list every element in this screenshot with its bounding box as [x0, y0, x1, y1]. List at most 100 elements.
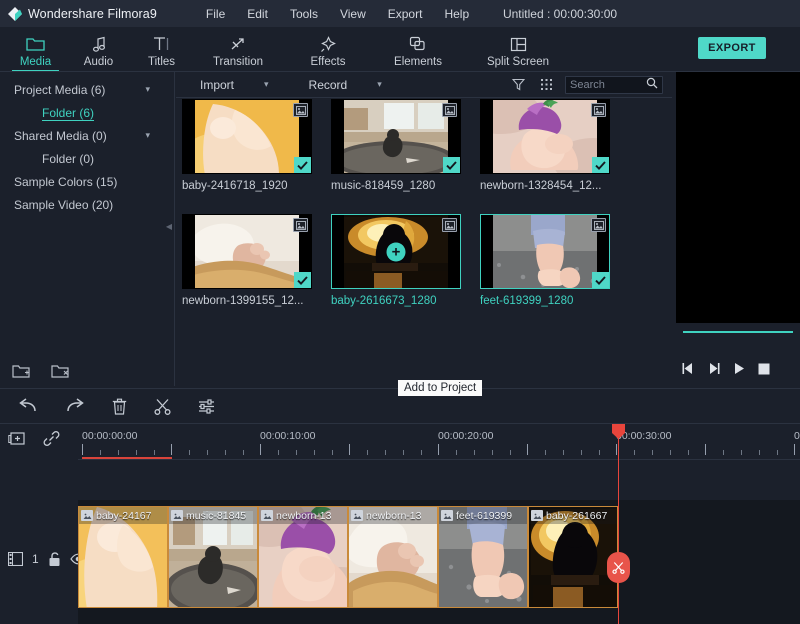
sidebar-item-sample-colors[interactable]: Sample Colors (15) — [0, 170, 174, 193]
browser-toolbar: Import ▾ Record ▾ — [176, 72, 672, 98]
timeline-clip[interactable]: baby-24167 — [78, 506, 168, 608]
tab-transition[interactable]: Transition — [193, 27, 283, 72]
media-item-hovered[interactable]: + baby-2616673_1280 — [331, 214, 475, 307]
track-number: 1 — [32, 552, 39, 566]
tab-elements[interactable]: Elements — [373, 27, 463, 72]
scissors-icon[interactable] — [154, 398, 171, 415]
unlock-icon[interactable] — [48, 551, 61, 567]
collapse-panel-icon[interactable]: ◀ — [166, 222, 172, 231]
record-button[interactable]: Record ▾ — [309, 72, 382, 98]
video-track[interactable]: baby-24167 music-81845 newborn-13 newbor… — [78, 500, 800, 624]
add-to-project-button[interactable]: + — [386, 242, 406, 261]
search-icon[interactable] — [646, 76, 658, 94]
menu-help[interactable]: Help — [433, 4, 480, 24]
play-button[interactable] — [733, 362, 746, 375]
timeline-ruler[interactable]: 00:00:00:00 00:00:10:00 00:00:20:00 00:0… — [78, 424, 800, 460]
tab-split-screen-label: Split Screen — [486, 56, 549, 68]
sidebar-item-label: Folder (6) — [42, 105, 95, 120]
image-clip-icon — [81, 510, 93, 521]
tab-titles[interactable]: Titles — [130, 27, 193, 72]
previous-frame-button[interactable] — [681, 362, 695, 375]
search-input[interactable] — [570, 78, 646, 91]
clip-header: newborn-13 — [349, 507, 437, 524]
menu-file[interactable]: File — [195, 4, 236, 24]
tab-split-screen[interactable]: Split Screen — [463, 27, 573, 72]
media-thumbnail[interactable]: + — [331, 214, 461, 289]
ruler-label: 00:00:20:00 — [438, 430, 494, 442]
media-item[interactable]: feet-619399_1280 — [480, 214, 624, 307]
media-item[interactable]: music-818459_1280 — [331, 99, 475, 192]
menu-tools[interactable]: Tools — [279, 4, 329, 24]
media-thumbnail[interactable] — [331, 99, 461, 174]
clip-label: music-81845 — [186, 509, 247, 522]
preview-screen[interactable] — [676, 72, 800, 323]
timeline-clip[interactable]: newborn-13 — [348, 506, 438, 608]
stop-button[interactable] — [758, 363, 770, 375]
import-label: Import — [200, 77, 235, 92]
media-item[interactable]: baby-2416718_1920 — [182, 99, 326, 192]
media-thumbnail[interactable] — [182, 214, 312, 289]
link-icon[interactable] — [43, 431, 60, 447]
menu-edit[interactable]: Edit — [236, 4, 279, 24]
timeline-clip[interactable]: baby-261667 — [528, 506, 618, 608]
image-type-icon — [442, 218, 457, 232]
undo-arrow-icon[interactable] — [18, 398, 38, 414]
import-button[interactable]: Import ▾ — [200, 72, 269, 98]
menu-view[interactable]: View — [329, 4, 377, 24]
tab-elements-label: Elements — [394, 56, 442, 68]
sidebar-item-label: Folder (0) — [42, 151, 95, 166]
delete-folder-icon[interactable] — [51, 363, 70, 379]
chevron-down-icon[interactable]: ▾ — [145, 84, 150, 95]
chevron-down-icon[interactable]: ▾ — [264, 79, 269, 90]
export-button[interactable]: EXPORT — [698, 37, 766, 59]
clip-header: baby-261667 — [529, 507, 617, 524]
media-item[interactable]: newborn-1399155_12... — [182, 214, 326, 307]
tab-ribbon: Media Audio Titles Transition Effects El… — [0, 27, 800, 72]
layers-icon — [409, 34, 427, 54]
new-folder-icon[interactable] — [12, 363, 31, 379]
selected-check-icon — [592, 272, 609, 288]
ruler-label: 00:00:40:00 — [794, 430, 800, 442]
timeline-clip[interactable]: music-81845 — [168, 506, 258, 608]
media-item[interactable]: newborn-1328454_12... — [480, 99, 624, 192]
tab-media-label: Media — [19, 56, 52, 68]
split-at-playhead-button[interactable] — [607, 552, 630, 583]
add-to-project-tooltip: Add to Project — [398, 380, 483, 396]
tab-titles-label: Titles — [147, 56, 176, 68]
sliders-icon[interactable] — [198, 398, 215, 414]
next-frame-button[interactable] — [707, 362, 721, 375]
preview-seek-bar[interactable] — [683, 331, 793, 333]
media-thumbnail[interactable] — [480, 214, 610, 289]
media-thumbnail[interactable] — [480, 99, 610, 174]
sidebar-item-shared-folder[interactable]: Folder (0) — [0, 147, 174, 170]
tab-audio[interactable]: Audio — [67, 27, 130, 72]
media-item-label: baby-2616673_1280 — [331, 295, 437, 307]
chevron-down-icon[interactable]: ▾ — [377, 79, 382, 90]
sidebar-item-shared-media[interactable]: Shared Media (0) ▾ — [0, 124, 174, 147]
sidebar-item-project-media[interactable]: Project Media (6) ▾ — [0, 78, 174, 101]
media-thumbnail[interactable] — [182, 99, 312, 174]
image-clip-icon — [351, 510, 363, 521]
menu-export[interactable]: Export — [377, 4, 434, 24]
filter-icon[interactable] — [512, 78, 525, 91]
search-box[interactable] — [565, 75, 663, 94]
timeline-clip[interactable]: feet-619399 — [438, 506, 528, 608]
tab-media[interactable]: Media — [4, 27, 67, 72]
app-name: Wondershare Filmora9 — [28, 6, 157, 21]
add-media-icon[interactable] — [8, 431, 27, 447]
tab-effects[interactable]: Effects — [283, 27, 373, 72]
sidebar-item-sample-video[interactable]: Sample Video (20) — [0, 193, 174, 216]
playhead[interactable] — [607, 424, 630, 624]
sidebar-item-project-folder[interactable]: Folder (6) — [0, 101, 174, 124]
media-browser: Import ▾ Record ▾ Search baby-2416718_19… — [176, 72, 672, 396]
image-type-icon — [591, 218, 606, 232]
redo-arrow-icon[interactable] — [65, 398, 85, 414]
tab-transition-label: Transition — [212, 56, 264, 68]
letterbox-left — [332, 100, 344, 173]
timeline-clip[interactable]: newborn-13 — [258, 506, 348, 608]
grid-view-icon[interactable] — [540, 78, 553, 91]
filmora-logo-icon — [8, 6, 22, 21]
chevron-down-icon[interactable]: ▾ — [145, 130, 150, 141]
trash-icon[interactable] — [112, 398, 127, 415]
media-item-label: feet-619399_1280 — [480, 295, 574, 307]
